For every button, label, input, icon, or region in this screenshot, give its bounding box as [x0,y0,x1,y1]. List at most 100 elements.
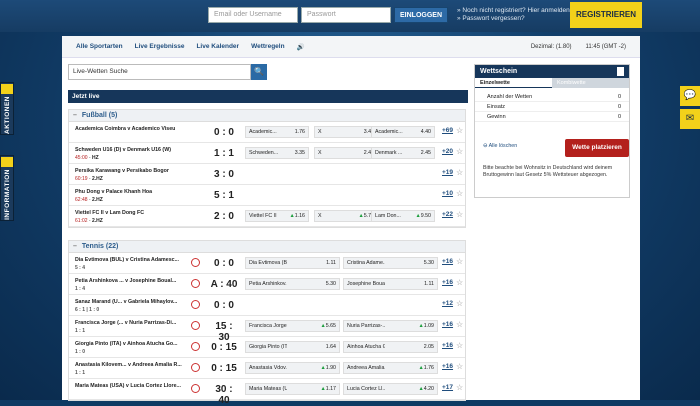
star-icon[interactable]: ☆ [456,320,463,329]
match-row[interactable]: Petia Arshinkova ... v Josephine Boual..… [69,274,465,295]
odds-button[interactable]: Andreea Amalia... ▲1.76 [343,362,438,374]
odds-button[interactable]: Petia Arshinkov... 5.30 [245,278,340,290]
match-name[interactable]: Phu Dong v Palace Khanh Hoa [75,189,195,195]
match-row[interactable]: Sanaz Marand (U... v Gabriela Mihaylov..… [69,295,465,316]
tennis-header[interactable]: – Tennis (22) [69,241,465,253]
timezone-select[interactable]: 11:45 (GMT -2) [586,44,626,50]
delete-all-link[interactable]: ⊖ Alle löschen [483,143,517,149]
match-name[interactable]: Anastasia Kilovem... v Andreea Amalia R.… [75,362,195,368]
odds-label: Academic... [249,129,277,135]
star-icon[interactable]: ☆ [456,278,463,287]
star-icon[interactable]: ☆ [456,362,463,371]
odds-button[interactable]: Ainhoa Atucha G... 2.05 [343,341,438,353]
odds-button[interactable]: Josephine Boua... 1.11 [343,278,438,290]
odds-button[interactable]: Cristina Adame... 5.30 [343,257,438,269]
odds-button[interactable]: Maria Mateas (U... ▲1.17 [245,383,340,395]
odds-button[interactable]: Lucia Cortez Ll... ▲4.20 [343,383,438,395]
more-markets-link[interactable]: +16 [442,321,453,328]
document-icon[interactable] [617,67,624,76]
odds-button[interactable]: X ▲5.70 [314,210,378,222]
more-markets-link[interactable]: +10 [442,190,453,197]
match-row[interactable]: Francisca Jorge (... v Nuria Parrizas-Di… [69,316,465,343]
login-button[interactable]: EINLOGGEN [394,7,449,23]
match-row[interactable]: Giorgia Pinto (ITA) v Ainhoa Atucha Go..… [69,337,465,358]
register-button[interactable]: REGISTRIEREN [570,2,642,28]
star-icon[interactable]: ☆ [456,189,463,198]
nav-live-ergebnisse[interactable]: Live Ergebnisse [135,43,185,51]
match-row[interactable]: Viettel FC II v Lam Dong FC 61:02 - 2.HZ 2… [69,206,465,227]
odds-button[interactable]: Anastasia Vdov... ▲1.90 [245,362,340,374]
football-header[interactable]: – Fußball (5) [69,110,465,122]
more-markets-link[interactable]: +22 [442,211,453,218]
match-name[interactable]: Francisca Jorge (... v Nuria Parrizas-Di… [75,320,195,326]
match-name[interactable]: Academica Coimbra v Academico Viseu [75,126,195,132]
match-row[interactable]: Phu Dong v Palace Khanh Hoa 62:48 - 2.HZ 5… [69,185,465,206]
search-input[interactable]: Live-Wetten Suche [68,64,251,80]
odds-button[interactable]: Academic... 4.40 [371,126,435,138]
match-score: 0 : 0 [213,300,234,311]
match-score: 0 : 0 [213,127,234,138]
odds-button[interactable]: Denmark ... 2.45 [371,147,435,159]
match-name[interactable]: Persika Karawang v Persikabo Bogor [75,168,195,174]
mail-icon[interactable]: ✉ [680,109,700,129]
match-row[interactable]: Dia Evtimova (BUL) v Cristina Adamesc...… [69,253,465,274]
odds-format-select[interactable]: Dezimal: (1.80) [531,44,572,50]
tab-einzelwette[interactable]: Einzelwette [475,78,552,88]
match-row[interactable]: Persika Karawang v Persikabo Bogor 60:19 … [69,164,465,185]
odds-button[interactable]: Nuria Parrizas-... ▲1.09 [343,320,438,332]
more-markets-link[interactable]: +19 [442,169,453,176]
match-row[interactable]: Maria Mateas (USA) v Lucia Cortez Llore.… [69,379,465,406]
sound-icon[interactable]: 🔊 [297,43,305,51]
odds-button[interactable]: Viettel FC II ▲1.16 [245,210,309,222]
nav-live-kalender[interactable]: Live Kalender [196,43,239,51]
nav-wettregeln[interactable]: Wettregeln [251,43,284,51]
match-row[interactable]: Schweden U16 (D) v Denmark U16 (W) 45:00 … [69,143,465,164]
more-markets-link[interactable]: +17 [442,384,453,391]
register-link[interactable]: » Noch nicht registriert? Hier anmelden. [457,7,572,15]
odds-button[interactable]: X 2.45 [314,147,378,159]
star-icon[interactable]: ☆ [456,257,463,266]
chat-icon[interactable]: 💬 [680,86,700,106]
more-markets-link[interactable]: +16 [442,258,453,265]
match-name[interactable]: Maria Mateas (USA) v Lucia Cortez Llore.… [75,383,195,389]
more-markets-link[interactable]: +16 [442,342,453,349]
match-name[interactable]: Giorgia Pinto (ITA) v Ainhoa Atucha Go..… [75,341,195,347]
odds-button[interactable]: Schweden... 3.35 [245,147,309,159]
odds-button[interactable]: Giorgia Pinto (ITA) 1.64 [245,341,340,353]
match-row[interactable]: Anastasia Kilovem... v Andreea Amalia R.… [69,358,465,379]
match-name[interactable]: Petia Arshinkova ... v Josephine Boual..… [75,278,195,284]
nav-alle-sportarten[interactable]: Alle Sportarten [76,43,123,51]
more-markets-link[interactable]: +16 [442,363,453,370]
more-markets-link[interactable]: +16 [442,279,453,286]
star-icon[interactable]: ☆ [456,299,463,308]
odds-button[interactable]: X 3.45 [314,126,378,138]
match-name[interactable]: Sanaz Marand (U... v Gabriela Mihaylov..… [75,299,195,305]
odds-button[interactable]: Francisca Jorge ... ▲5.65 [245,320,340,332]
tab-kombiwette[interactable]: Kombiwette [552,78,629,88]
star-icon[interactable]: ☆ [456,126,463,135]
match-name[interactable]: Viettel FC II v Lam Dong FC [75,210,195,216]
email-field[interactable]: Email oder Username [208,7,298,23]
more-markets-link[interactable]: +12 [442,300,453,307]
odds-button[interactable]: Academic... 1.76 [245,126,309,138]
star-icon[interactable]: ☆ [456,210,463,219]
more-markets-link[interactable]: +69 [442,127,453,134]
star-icon[interactable]: ☆ [456,168,463,177]
match-name[interactable]: Dia Evtimova (BUL) v Cristina Adamesc... [75,257,195,263]
odds-button[interactable]: Lam Don... ▲9.50 [371,210,435,222]
forgot-password-link[interactable]: » Passwort vergessen? [457,15,572,23]
odds-value: 1.64 [325,344,336,350]
search-icon[interactable]: 🔍 [251,64,267,80]
sidetab-information[interactable]: INFORMATION [0,155,14,221]
place-bet-button[interactable]: Wette platzieren [565,139,629,157]
wettschein-row: Anzahl der Wetten 0 [475,92,629,102]
star-icon[interactable]: ☆ [456,147,463,156]
star-icon[interactable]: ☆ [456,341,463,350]
sidetab-aktionen[interactable]: AKTIONEN [0,82,14,135]
match-row[interactable]: Academica Coimbra v Academico Viseu 0 : 0… [69,122,465,143]
star-icon[interactable]: ☆ [456,383,463,392]
match-name[interactable]: Schweden U16 (D) v Denmark U16 (W) [75,147,195,153]
password-field[interactable]: Passwort [301,7,391,23]
more-markets-link[interactable]: +20 [442,148,453,155]
odds-button[interactable]: Dia Evtimova (B... 1.11 [245,257,340,269]
